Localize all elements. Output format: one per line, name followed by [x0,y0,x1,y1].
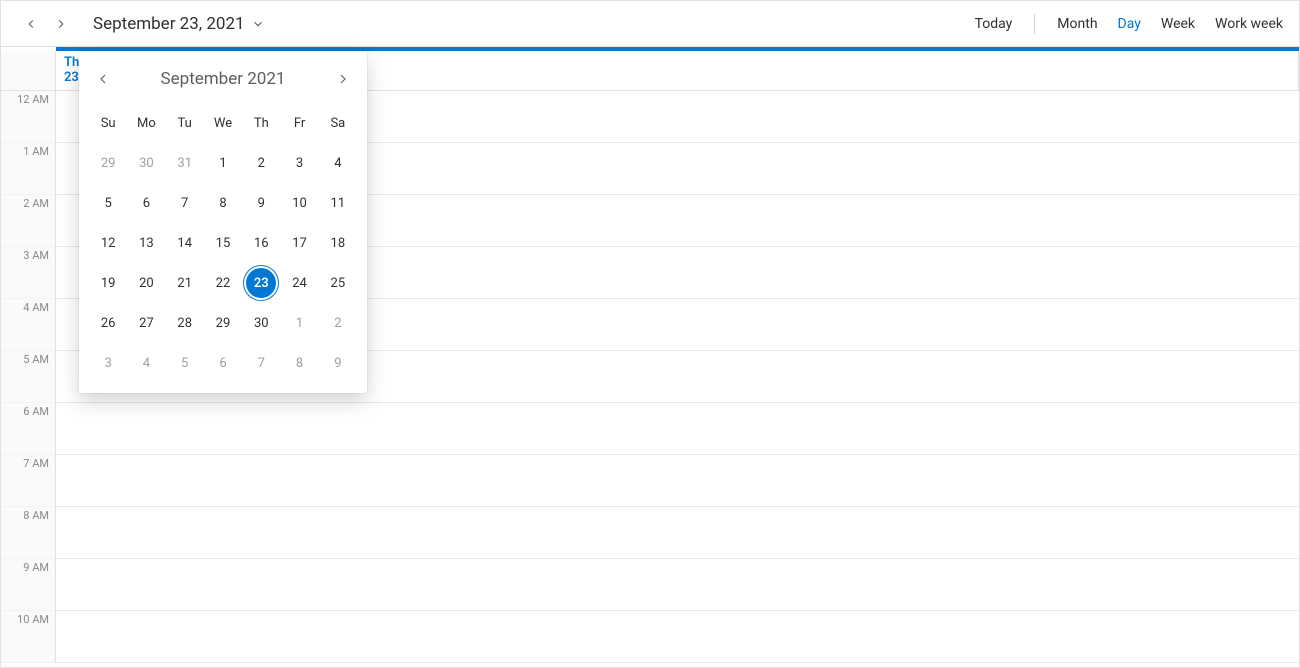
mini-day-header: Su [89,103,127,143]
mini-date-cell[interactable]: 12 [89,223,127,263]
mini-date-cell[interactable]: 1 [204,143,242,183]
time-slot[interactable] [56,611,1299,663]
time-label: 9 AM [1,559,56,611]
time-slot[interactable] [56,403,1299,455]
time-label: 7 AM [1,455,56,507]
view-work-week[interactable]: Work week [1215,16,1283,32]
mini-date-cell[interactable]: 4 [127,343,165,383]
next-day-button[interactable] [47,10,75,38]
mini-date-cell[interactable]: 30 [127,143,165,183]
chevron-right-icon [335,71,351,87]
mini-date-cell[interactable]: 16 [242,223,280,263]
time-slot[interactable] [56,455,1299,507]
mini-date-cell[interactable]: 7 [242,343,280,383]
time-label: 3 AM [1,247,56,299]
date-picker-trigger[interactable]: September 23, 2021 [93,14,265,34]
prev-day-button[interactable] [17,10,45,38]
hour-row: 8 AM [1,507,1299,559]
mini-calendar-header: September 2021 [89,59,357,99]
mini-day-header: We [204,103,242,143]
date-nav [17,10,75,38]
mini-date-cell[interactable]: 10 [280,183,318,223]
mini-date-cell[interactable]: 4 [319,143,357,183]
mini-day-header: Th [242,103,280,143]
mini-date-cell[interactable]: 11 [319,183,357,223]
time-gutter-header [1,51,56,90]
time-label: 12 AM [1,91,56,143]
mini-date-cell[interactable]: 28 [166,303,204,343]
hour-row: 10 AM [1,611,1299,663]
view-switcher: Today Month Day Week Work week [975,14,1289,34]
time-label: 8 AM [1,507,56,559]
mini-date-cell[interactable]: 2 [242,143,280,183]
calendar-app: September 23, 2021 Today Month Day Week … [0,0,1300,668]
mini-calendar-title[interactable]: September 2021 [117,69,329,89]
mini-date-cell[interactable]: 8 [204,183,242,223]
mini-date-cell[interactable]: 9 [319,343,357,383]
mini-date-cell[interactable]: 13 [127,223,165,263]
mini-day-header: Sa [319,103,357,143]
chevron-down-icon [251,17,265,31]
top-bar: September 23, 2021 Today Month Day Week … [1,1,1299,47]
chevron-right-icon [54,17,68,31]
mini-date-cell[interactable]: 9 [242,183,280,223]
current-date-label: September 23, 2021 [93,14,245,34]
day-of-week-short: Th [64,55,79,70]
time-slot[interactable] [56,507,1299,559]
view-month[interactable]: Month [1057,16,1097,32]
mini-date-cell[interactable]: 29 [204,303,242,343]
mini-date-cell[interactable]: 2 [319,303,357,343]
chevron-left-icon [24,17,38,31]
time-label: 5 AM [1,351,56,403]
mini-date-cell[interactable]: 21 [166,263,204,303]
time-label: 2 AM [1,195,56,247]
mini-calendar-grid: SuMoTuWeThFrSa29303112345678910111213141… [89,103,357,383]
mini-day-header: Fr [280,103,318,143]
mini-date-cell[interactable]: 15 [204,223,242,263]
mini-day-header: Mo [127,103,165,143]
mini-date-cell[interactable]: 18 [319,223,357,263]
mini-date-cell[interactable]: 24 [280,263,318,303]
today-button[interactable]: Today [975,16,1013,32]
separator [1034,14,1035,34]
mini-date-cell[interactable]: 17 [280,223,318,263]
time-slot[interactable] [56,559,1299,611]
mini-date-cell[interactable]: 6 [127,183,165,223]
mini-date-cell[interactable]: 3 [89,343,127,383]
mini-date-cell[interactable]: 25 [319,263,357,303]
time-label: 1 AM [1,143,56,195]
mini-day-header: Tu [166,103,204,143]
day-number: 23 [64,70,79,85]
view-day[interactable]: Day [1118,16,1141,32]
hour-row: 9 AM [1,559,1299,611]
mini-date-cell[interactable]: 26 [89,303,127,343]
time-label: 6 AM [1,403,56,455]
mini-date-cell[interactable]: 7 [166,183,204,223]
mini-date-cell[interactable]: 3 [280,143,318,183]
mini-calendar-popover: September 2021 SuMoTuWeThFrSa29303112345… [79,51,367,393]
mini-date-cell[interactable]: 5 [166,343,204,383]
mini-date-selected[interactable]: 23 [246,268,276,298]
mini-date-cell[interactable]: 6 [204,343,242,383]
mini-date-cell[interactable]: 19 [89,263,127,303]
mini-date-cell[interactable]: 1 [280,303,318,343]
mini-date-cell[interactable]: 31 [166,143,204,183]
view-week[interactable]: Week [1161,16,1195,32]
mini-date-cell[interactable]: 5 [89,183,127,223]
hour-row: 6 AM [1,403,1299,455]
mini-date-cell[interactable]: 30 [242,303,280,343]
mini-date-cell[interactable]: 27 [127,303,165,343]
mini-date-cell[interactable]: 23 [242,263,280,303]
time-label: 4 AM [1,299,56,351]
mini-date-cell[interactable]: 20 [127,263,165,303]
mini-date-cell[interactable]: 29 [89,143,127,183]
mini-prev-month-button[interactable] [89,65,117,93]
mini-date-cell[interactable]: 14 [166,223,204,263]
hour-row: 7 AM [1,455,1299,507]
mini-next-month-button[interactable] [329,65,357,93]
time-label: 10 AM [1,611,56,663]
mini-date-cell[interactable]: 22 [204,263,242,303]
mini-date-cell[interactable]: 8 [280,343,318,383]
chevron-left-icon [95,71,111,87]
